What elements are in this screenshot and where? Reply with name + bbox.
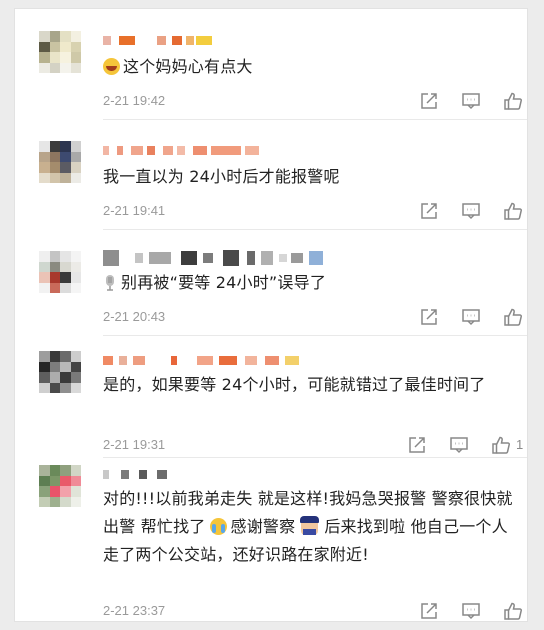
comment-icon[interactable] [461, 91, 481, 111]
comment-time: 2-21 19:42 [103, 93, 166, 108]
thumbs-up-icon[interactable] [491, 435, 511, 455]
username[interactable] [103, 33, 212, 47]
comment-text: 我一直以为 24小时后才能报警呢 [103, 167, 340, 186]
avatar[interactable] [39, 351, 81, 393]
comment-list: 这个妈妈心有点大 2-21 19:42 我一直以为 24小时后才能报警呢 2-2… [14, 8, 528, 622]
comment-icon[interactable] [461, 201, 481, 221]
username[interactable] [103, 353, 299, 367]
comment-icon[interactable] [449, 435, 469, 455]
comment-meta: 2-21 20:43 [103, 307, 529, 327]
crying-emoji-icon [209, 518, 227, 535]
thumbs-up-icon[interactable] [503, 201, 523, 221]
comment-icon[interactable] [461, 601, 481, 621]
thumbs-up-icon[interactable] [503, 307, 523, 327]
comment-text: 这个妈妈心有点大 [103, 53, 515, 81]
comment-text: 对的!!!以前我弟走失 就是这样!我妈急哭报警 警察很快就出警 帮忙找了 感谢警察… [103, 489, 513, 564]
comment-icon[interactable] [461, 307, 481, 327]
comment-time: 2-21 23:37 [103, 603, 166, 618]
comment-meta: 2-21 19:31 1 [103, 435, 529, 455]
avatar[interactable] [39, 31, 81, 73]
comment-item: 对的!!!以前我弟走失 就是这样!我妈急哭报警 警察很快就出警 帮忙找了 感谢警察… [15, 457, 529, 623]
like-count: 1 [516, 437, 524, 452]
avatar[interactable] [39, 465, 81, 507]
share-icon[interactable] [419, 91, 439, 111]
comment-time: 2-21 19:41 [103, 203, 166, 218]
thumbs-up-icon[interactable] [503, 91, 523, 111]
comment-item: 这个妈妈心有点大 2-21 19:42 [15, 9, 529, 119]
avatar[interactable] [39, 251, 81, 293]
laughing-emoji-icon [103, 58, 120, 75]
thumbs-up-icon[interactable] [503, 601, 523, 621]
username[interactable] [103, 143, 259, 157]
comment-text: 别再被“要等 24小时”误导了 [103, 269, 515, 297]
comment-meta: 2-21 23:37 [103, 601, 529, 621]
comment-time: 2-21 20:43 [103, 309, 166, 324]
microphone-icon [106, 275, 114, 291]
comment-text: 是的，如果要等 24个小时，可能就错过了最佳时间了 [103, 375, 486, 394]
username[interactable] [103, 249, 323, 267]
comment-meta: 2-21 19:41 [103, 201, 529, 221]
avatar[interactable] [39, 141, 81, 183]
comment-meta: 2-21 19:42 [103, 91, 529, 111]
share-icon[interactable] [419, 601, 439, 621]
police-officer-emoji-icon [300, 516, 320, 535]
share-icon[interactable] [407, 435, 427, 455]
comment-item: 我一直以为 24小时后才能报警呢 2-21 19:41 [15, 119, 529, 229]
comment-item: 是的，如果要等 24个小时，可能就错过了最佳时间了 2-21 19:31 1 [15, 335, 529, 459]
comment-item: 别再被“要等 24小时”误导了 2-21 20:43 [15, 229, 529, 339]
comment-time: 2-21 19:31 [103, 437, 166, 452]
share-icon[interactable] [419, 201, 439, 221]
username[interactable] [103, 467, 167, 481]
share-icon[interactable] [419, 307, 439, 327]
